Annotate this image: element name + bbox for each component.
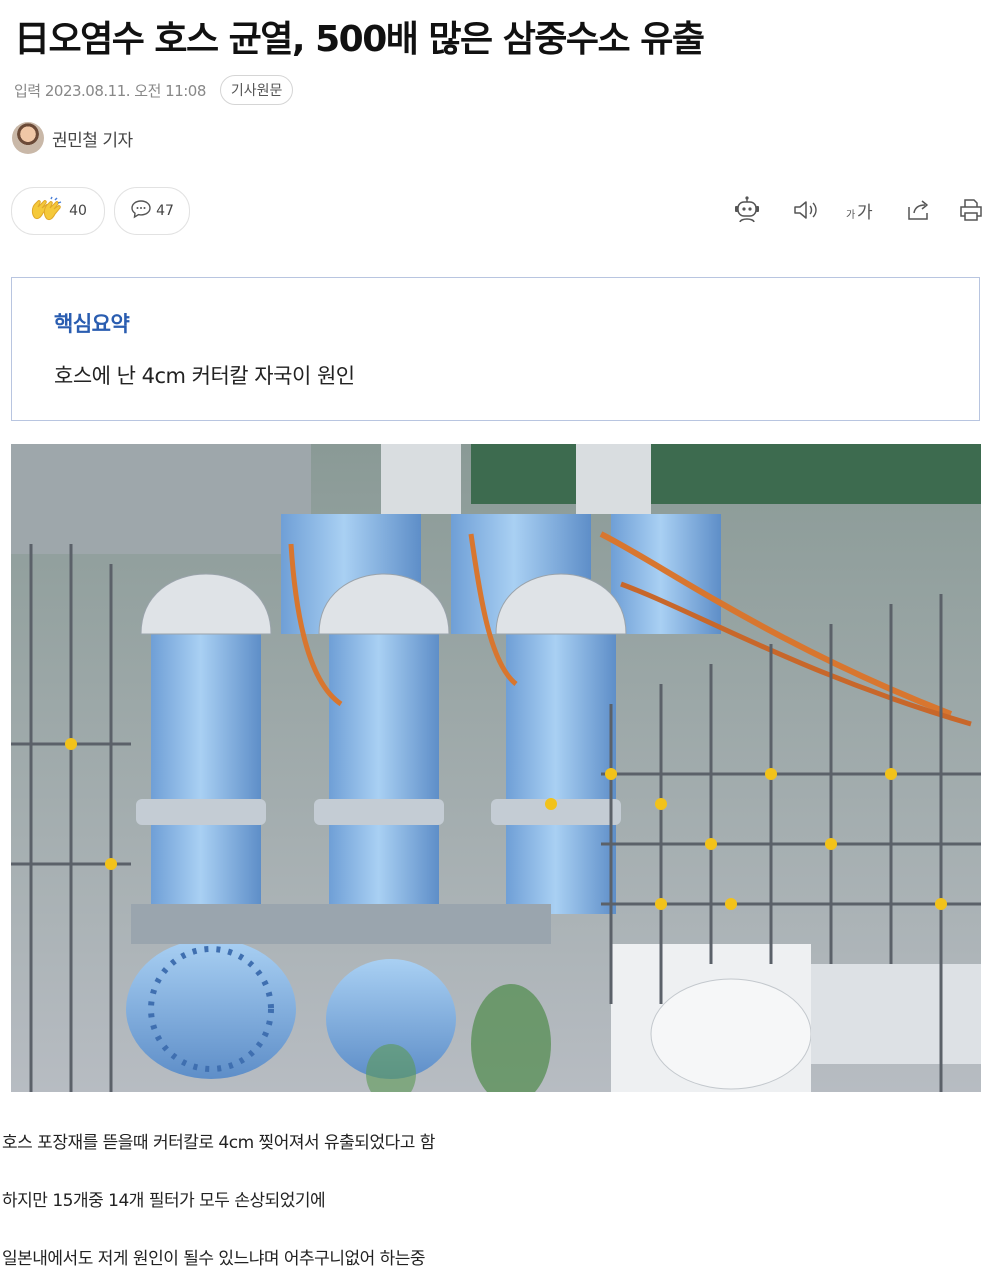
summary-heading: 핵심요약 xyxy=(54,312,130,336)
clap-icon xyxy=(29,196,65,226)
font-size-button[interactable]: 가 가 xyxy=(845,194,877,226)
share-button[interactable] xyxy=(903,194,935,226)
article-meta: 입력 2023.08.11. 오전 11:08 기사원문 xyxy=(14,74,294,106)
author-info[interactable]: 권민철 기자 xyxy=(12,120,133,156)
body-paragraph-2: 하지만 15개중 14개 필터가 모두 손상되었기에 xyxy=(2,1191,326,1211)
author-name[interactable]: 권민철 기자 xyxy=(52,126,133,151)
summary-text: 호스에 난 4cm 커터칼 자국이 원인 xyxy=(54,364,355,388)
pipe-facility-image xyxy=(11,444,981,1092)
key-summary-box: 핵심요약 호스에 난 4cm 커터칼 자국이 원인 xyxy=(11,277,980,421)
summary-bot-button[interactable] xyxy=(731,194,763,226)
article-title: 日오염수 호스 균열, 500배 많은 삼중수소 유출 xyxy=(14,19,705,60)
text-to-speech-button[interactable] xyxy=(789,194,821,226)
publish-date: 입력 2023.08.11. 오전 11:08 xyxy=(14,81,206,100)
body-paragraph-1: 호스 포장재를 뜯을때 커터칼로 4cm 찢어져서 유출되었다고 함 xyxy=(2,1133,435,1153)
robot-icon xyxy=(732,195,762,225)
avatar[interactable] xyxy=(12,122,44,154)
original-article-button[interactable]: 기사원문 xyxy=(219,75,294,105)
print-icon xyxy=(958,197,984,223)
speech-bubble-icon xyxy=(130,199,152,223)
font-size-icon: 가 가 xyxy=(845,198,877,222)
comment-count: 47 xyxy=(156,203,174,219)
body-paragraph-3: 일본내에서도 저게 원인이 될수 있느냐며 어추구니없어 하는중 xyxy=(2,1249,426,1269)
article-photo[interactable] xyxy=(11,444,981,1092)
share-icon xyxy=(905,197,933,223)
reaction-count: 40 xyxy=(69,203,87,219)
speaker-icon xyxy=(791,198,819,222)
print-button[interactable] xyxy=(955,194,987,226)
comment-button[interactable]: 47 xyxy=(114,187,190,235)
svg-text:가: 가 xyxy=(857,203,873,222)
svg-text:가: 가 xyxy=(846,209,855,221)
reaction-button[interactable]: 40 xyxy=(11,187,105,235)
